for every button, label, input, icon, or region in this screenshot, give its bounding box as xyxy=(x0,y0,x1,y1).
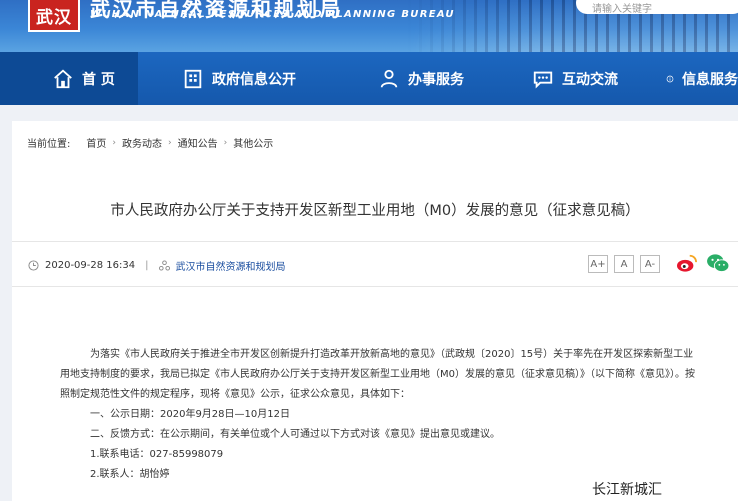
search-input[interactable]: 请输入关键字 xyxy=(576,0,738,15)
chevron-right-icon: › xyxy=(167,137,172,148)
source-watermark: 长江新城汇 xyxy=(592,479,662,499)
font-size-controls: A+ A A- xyxy=(588,255,666,273)
article-paragraph: 一、公示日期：2020年9月28日—10月12日 xyxy=(90,409,290,420)
article-source: 武汉市自然资源和规划局 xyxy=(175,262,286,273)
home-icon xyxy=(54,69,72,88)
watermark-text: 长江新城汇 xyxy=(592,482,662,498)
breadcrumb-other[interactable]: 其他公示 xyxy=(233,135,273,150)
font-decrease-button[interactable]: A- xyxy=(640,255,660,273)
breadcrumb: 当前位置: 首页 › 政务动态 › 通知公告 › 其他公示 xyxy=(27,135,273,151)
wechat-icon xyxy=(707,254,730,273)
nav-gov-info[interactable]: 政府信息公开 xyxy=(138,52,348,105)
building-icon xyxy=(184,69,202,88)
people-icon xyxy=(380,69,398,88)
share-wechat-button[interactable] xyxy=(706,253,730,277)
weibo-icon xyxy=(677,254,697,272)
source-icon xyxy=(158,260,170,271)
chevron-right-icon: › xyxy=(223,137,228,148)
chat-icon xyxy=(533,71,553,89)
site-logo[interactable]: 武汉 xyxy=(28,0,80,32)
breadcrumb-home[interactable]: 首页 xyxy=(86,135,106,150)
nav-gov-info-label: 政府信息公开 xyxy=(212,71,296,88)
article-paragraph: 1.联系电话：027-85998079 xyxy=(90,449,224,460)
article-meta: 2020-09-28 16:34 | 武汉市自然资源和规划局 A+ A A- xyxy=(12,241,738,287)
share-weibo-button[interactable] xyxy=(676,253,698,277)
clock-icon xyxy=(28,260,39,271)
breadcrumb-gov-news[interactable]: 政务动态 xyxy=(122,135,162,150)
chevron-right-icon: › xyxy=(112,137,116,148)
article-paragraph: 二、反馈方式：在公示期间，有关单位或个人可通过以下方式对该《意见》提出意见或建议… xyxy=(90,429,500,440)
article-container: 当前位置: 首页 › 政务动态 › 通知公告 › 其他公示 市人民政府办公厅关于… xyxy=(12,121,738,501)
font-increase-button[interactable]: A+ xyxy=(588,255,608,273)
nav-info-service[interactable]: 信息服务 xyxy=(646,52,738,105)
font-default-button[interactable]: A xyxy=(614,255,634,273)
share-buttons xyxy=(676,253,738,277)
meta-divider: | xyxy=(145,260,149,271)
nav-home-label: 首 页 xyxy=(82,71,115,88)
nav-interaction[interactable]: 互动交流 xyxy=(494,52,646,105)
main-nav: 首 页 政府信息公开 办事服务 互动交流 信息服务 xyxy=(0,52,738,105)
breadcrumb-notices[interactable]: 通知公告 xyxy=(178,135,218,150)
article-paragraph: 为落实《市人民政府关于推进全市开发区创新提升打造改革开放新高地的意见》（武政规〔… xyxy=(60,349,695,400)
publish-date: 2020-09-28 16:34 xyxy=(45,260,136,271)
breadcrumb-label: 当前位置: xyxy=(27,139,71,150)
header-banner: 武汉 武汉市自然资源和规划局 WUHAN NATURAL RESOURCES A… xyxy=(0,0,738,52)
nav-home[interactable]: 首 页 xyxy=(0,52,138,105)
nav-services-label: 办事服务 xyxy=(408,71,464,88)
info-icon xyxy=(666,75,674,82)
nav-interaction-label: 互动交流 xyxy=(562,71,618,88)
article-title: 市人民政府办公厅关于支持开发区新型工业用地（M0）发展的意见（征求意见稿） xyxy=(110,203,640,219)
nav-info-service-label: 信息服务 xyxy=(682,71,738,88)
article-body: 为落实《市人民政府关于推进全市开发区创新提升打造改革开放新高地的意见》（武政规〔… xyxy=(60,345,700,485)
site-subtitle: WUHAN NATURAL RESOURCES AND PLANNING BUR… xyxy=(90,9,455,20)
nav-services[interactable]: 办事服务 xyxy=(348,52,494,105)
